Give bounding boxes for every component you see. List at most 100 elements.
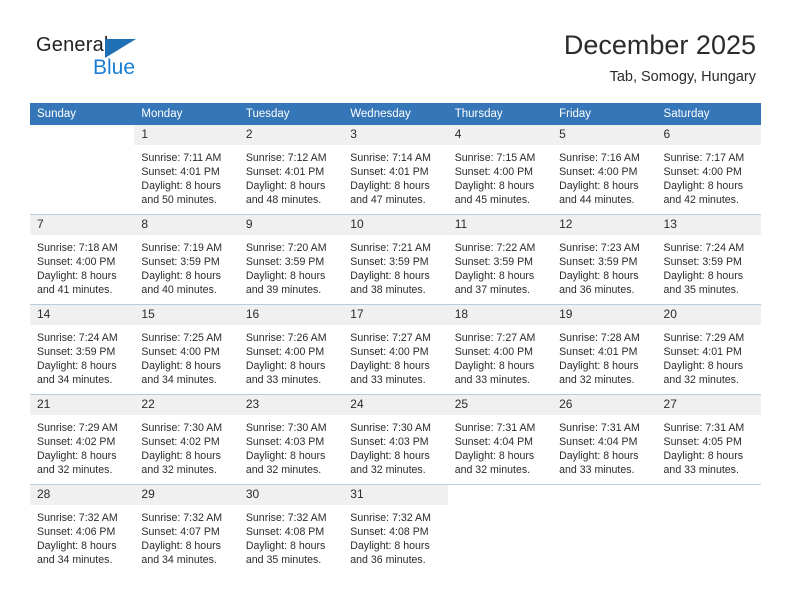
day-detail-line: and 45 minutes.: [454, 194, 531, 207]
calendar-day-cell[interactable]: 10 Sunrise: 7:21 AM Sunset: 3:59 PM Dayligh…: [343, 214, 448, 305]
calendar-week-row: 7 Sunrise: 7:18 AM Sunset: 4:00 PM Daylight…: [30, 214, 761, 305]
day-detail-line: Sunrise: 7:26 AM: [245, 332, 327, 344]
calendar-day-cell[interactable]: 3 Sunrise: 7:14 AM Sunset: 4:01 PM Daylight…: [343, 125, 448, 215]
day-details: Sunrise: 7:24 AM Sunset: 3:59 PM Daylight:…: [657, 235, 761, 297]
day-detail-line: Daylight: 8 hours: [663, 450, 744, 463]
day-details: Sunrise: 7:11 AM Sunset: 4:01 PM Daylight:…: [134, 145, 238, 207]
calendar-day-cell[interactable]: 18 Sunrise: 7:27 AM Sunset: 4:00 PM Dayligh…: [447, 304, 553, 395]
day-detail-line: Sunrise: 7:32 AM: [141, 512, 223, 524]
day-detail-line: Daylight: 8 hours: [37, 450, 117, 463]
calendar-day-cell[interactable]: 15 Sunrise: 7:25 AM Sunset: 4:00 PM Dayligh…: [134, 304, 239, 395]
calendar-day-cell[interactable]: 20 Sunrise: 7:29 AM Sunset: 4:01 PM Dayligh…: [656, 304, 761, 395]
calendar-day-cell[interactable]: 27 Sunrise: 7:31 AM Sunset: 4:05 PM Dayligh…: [656, 394, 761, 485]
day-detail-line: Sunrise: 7:15 AM: [454, 152, 536, 164]
day-details: Sunrise: 7:29 AM Sunset: 4:01 PM Daylight:…: [657, 325, 761, 387]
calendar-day-cell[interactable]: 7 Sunrise: 7:18 AM Sunset: 4:00 PM Daylight…: [30, 214, 135, 305]
day-detail-line: Daylight: 8 hours: [454, 450, 535, 463]
calendar-week-row: 14 Sunrise: 7:24 AM Sunset: 3:59 PM Dayligh…: [30, 304, 761, 395]
day-detail-line: Sunset: 4:08 PM: [350, 526, 429, 539]
day-number: 20: [656, 305, 761, 325]
calendar-day-cell[interactable]: 16 Sunrise: 7:26 AM Sunset: 4:00 PM Dayligh…: [238, 304, 344, 395]
day-number: 30: [238, 485, 344, 505]
calendar-day-cell[interactable]: 31 Sunrise: 7:32 AM Sunset: 4:08 PM Dayligh…: [343, 484, 448, 574]
calendar-day-cell[interactable]: 13 Sunrise: 7:24 AM Sunset: 3:59 PM Dayligh…: [656, 214, 761, 305]
day-detail-line: Sunrise: 7:31 AM: [663, 422, 745, 434]
weekday-header-wednesday: Wednesday: [343, 103, 448, 125]
day-detail-line: Daylight: 8 hours: [141, 540, 221, 553]
calendar-day-cell[interactable]: 14 Sunrise: 7:24 AM Sunset: 3:59 PM Dayligh…: [30, 304, 135, 395]
calendar-day-cell[interactable]: 19 Sunrise: 7:28 AM Sunset: 4:01 PM Dayligh…: [552, 304, 657, 395]
day-detail-line: and 34 minutes.: [141, 554, 217, 567]
calendar-day-cell[interactable]: 22 Sunrise: 7:30 AM Sunset: 4:02 PM Dayligh…: [134, 394, 239, 485]
day-detail-line: Daylight: 8 hours: [245, 450, 326, 463]
day-detail-line: Sunrise: 7:29 AM: [663, 332, 745, 344]
calendar-day-cell[interactable]: 17 Sunrise: 7:27 AM Sunset: 4:00 PM Dayligh…: [343, 304, 448, 395]
day-number: 22: [134, 395, 239, 415]
calendar-day-cell[interactable]: 2 Sunrise: 7:12 AM Sunset: 4:01 PM Daylight…: [238, 125, 344, 215]
day-number: 15: [134, 305, 239, 325]
day-detail-line: Sunrise: 7:23 AM: [559, 242, 640, 254]
calendar-day-cell[interactable]: 11 Sunrise: 7:22 AM Sunset: 3:59 PM Dayligh…: [447, 214, 553, 305]
calendar-day-cell[interactable]: 8 Sunrise: 7:19 AM Sunset: 3:59 PM Daylight…: [134, 214, 239, 305]
calendar-day-cell[interactable]: 26 Sunrise: 7:31 AM Sunset: 4:04 PM Dayligh…: [552, 394, 657, 485]
day-details: Sunrise: 7:30 AM Sunset: 4:03 PM Daylight:…: [239, 415, 343, 477]
day-detail-line: Daylight: 8 hours: [350, 450, 430, 463]
calendar-week-row: 21 Sunrise: 7:29 AM Sunset: 4:02 PM Dayligh…: [30, 394, 761, 485]
calendar-day-cell[interactable]: 6 Sunrise: 7:17 AM Sunset: 4:00 PM Daylight…: [656, 125, 761, 215]
day-detail-line: Daylight: 8 hours: [245, 540, 326, 553]
weekday-header-friday: Friday: [552, 103, 657, 125]
day-detail-line: and 39 minutes.: [245, 284, 322, 297]
generalblue-logo[interactable]: General Blue: [36, 34, 186, 86]
calendar-day-cell[interactable]: 24 Sunrise: 7:30 AM Sunset: 4:03 PM Dayligh…: [343, 394, 448, 485]
calendar-day-cell[interactable]: 23 Sunrise: 7:30 AM Sunset: 4:03 PM Dayligh…: [238, 394, 344, 485]
day-detail-line: Sunrise: 7:17 AM: [663, 152, 745, 164]
day-detail-line: and 32 minutes.: [141, 464, 217, 477]
day-details: Sunrise: 7:16 AM Sunset: 4:00 PM Daylight:…: [552, 145, 656, 207]
day-detail-line: Sunrise: 7:32 AM: [37, 512, 118, 524]
calendar-day-cell[interactable]: 1 Sunrise: 7:11 AM Sunset: 4:01 PM Daylight…: [134, 125, 239, 215]
day-detail-line: and 32 minutes.: [245, 464, 322, 477]
calendar-day-cell[interactable]: 30 Sunrise: 7:32 AM Sunset: 4:08 PM Dayligh…: [238, 484, 344, 574]
day-detail-line: Daylight: 8 hours: [350, 360, 430, 373]
day-detail-line: Sunrise: 7:19 AM: [141, 242, 223, 254]
calendar-day-cell[interactable]: 28 Sunrise: 7:32 AM Sunset: 4:06 PM Dayligh…: [30, 484, 135, 574]
day-detail-line: Daylight: 8 hours: [350, 180, 430, 193]
day-detail-line: Sunset: 4:00 PM: [454, 166, 534, 179]
calendar-day-cell[interactable]: 5 Sunrise: 7:16 AM Sunset: 4:00 PM Daylight…: [552, 125, 657, 215]
day-detail-line: Sunrise: 7:28 AM: [559, 332, 640, 344]
day-number: 4: [447, 125, 553, 145]
day-detail-line: Daylight: 8 hours: [663, 270, 744, 283]
calendar-day-cell[interactable]: 12 Sunrise: 7:23 AM Sunset: 3:59 PM Dayligh…: [552, 214, 657, 305]
day-detail-line: and 33 minutes.: [663, 464, 739, 477]
day-detail-line: Sunset: 4:08 PM: [245, 526, 325, 539]
day-detail-line: Sunrise: 7:30 AM: [141, 422, 223, 434]
day-detail-line: Daylight: 8 hours: [663, 360, 744, 373]
day-details: Sunrise: 7:31 AM Sunset: 4:05 PM Daylight:…: [657, 415, 761, 477]
day-number: 1: [134, 125, 239, 145]
calendar-day-cell[interactable]: 29 Sunrise: 7:32 AM Sunset: 4:07 PM Dayligh…: [134, 484, 239, 574]
day-detail-line: Daylight: 8 hours: [454, 360, 535, 373]
day-number: [552, 485, 657, 505]
day-detail-line: and 44 minutes.: [559, 194, 635, 207]
calendar-page: General Blue December 2025 Tab, Somogy, …: [0, 0, 792, 612]
calendar-day-cell[interactable]: 25 Sunrise: 7:31 AM Sunset: 4:04 PM Dayligh…: [447, 394, 553, 485]
day-details: [657, 505, 761, 511]
calendar-day-cell[interactable]: 9 Sunrise: 7:20 AM Sunset: 3:59 PM Daylight…: [238, 214, 344, 305]
day-detail-line: Sunset: 4:00 PM: [141, 346, 220, 359]
day-detail-line: Sunset: 4:02 PM: [141, 436, 220, 449]
calendar-week-row: 28 Sunrise: 7:32 AM Sunset: 4:06 PM Dayligh…: [30, 484, 761, 574]
calendar-day-cell[interactable]: 4 Sunrise: 7:15 AM Sunset: 4:00 PM Daylight…: [447, 125, 553, 215]
day-detail-line: Daylight: 8 hours: [559, 270, 639, 283]
day-details: Sunrise: 7:32 AM Sunset: 4:07 PM Daylight:…: [134, 505, 238, 567]
day-detail-line: Sunset: 3:59 PM: [559, 256, 638, 269]
day-details: Sunrise: 7:12 AM Sunset: 4:01 PM Daylight:…: [239, 145, 343, 207]
day-number: 12: [552, 215, 657, 235]
calendar-day-cell[interactable]: 21 Sunrise: 7:29 AM Sunset: 4:02 PM Dayligh…: [30, 394, 135, 485]
day-detail-line: and 37 minutes.: [454, 284, 531, 297]
day-number: 9: [238, 215, 344, 235]
day-detail-line: Sunset: 4:01 PM: [663, 346, 742, 359]
day-detail-line: Sunrise: 7:21 AM: [350, 242, 431, 254]
day-number: 23: [238, 395, 344, 415]
day-detail-line: Sunset: 4:00 PM: [559, 166, 638, 179]
day-detail-line: Daylight: 8 hours: [141, 450, 221, 463]
